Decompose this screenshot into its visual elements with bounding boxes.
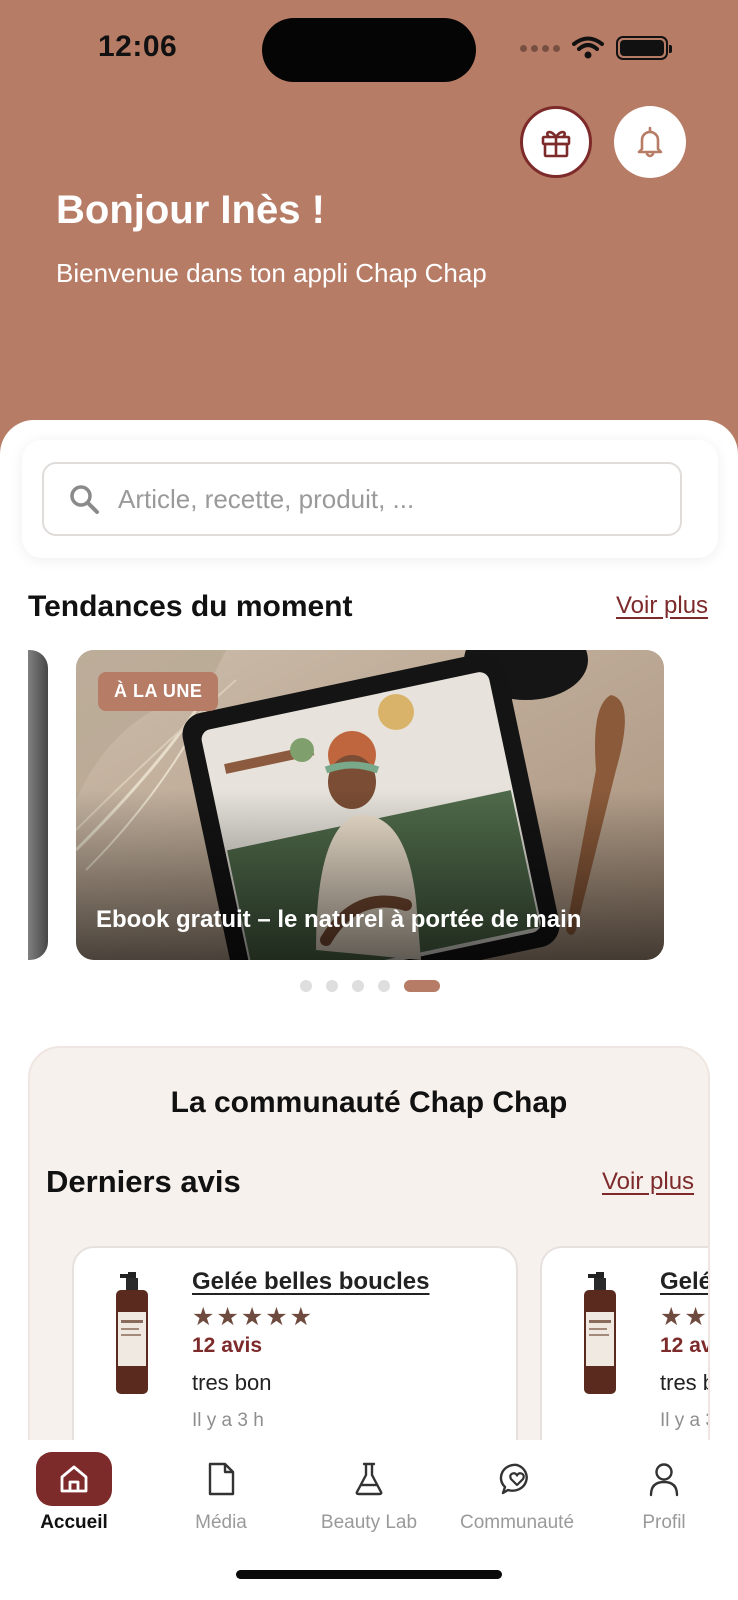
review-product-name[interactable]: Gelée belles boucles (660, 1268, 708, 1296)
search-icon (70, 485, 99, 514)
status-icons (520, 36, 672, 60)
review-text: tres bon (660, 1370, 708, 1395)
greeting-title: Bonjour Inès ! (56, 188, 325, 232)
tab-label: Profil (642, 1512, 686, 1533)
carousel-pagination (300, 980, 440, 992)
pagination-dot[interactable] (300, 980, 312, 992)
wifi-icon (572, 36, 604, 59)
tab-label: Beauty Lab (320, 1512, 418, 1533)
pagination-dot[interactable] (378, 980, 390, 992)
battery-icon (616, 36, 672, 60)
tab-label: Média (195, 1512, 247, 1533)
tab-label: Communauté (459, 1512, 575, 1533)
home-indicator[interactable] (236, 1570, 502, 1579)
pagination-dot-active[interactable] (404, 980, 440, 992)
review-text: tres bon (192, 1370, 272, 1395)
status-time: 12:06 (98, 30, 178, 63)
document-icon (208, 1462, 235, 1496)
rating-stars: ★★★★★ (192, 1303, 315, 1331)
review-count: 12 avis (192, 1334, 263, 1357)
review-time: Il y a 3 h (660, 1410, 708, 1431)
featured-title: Ebook gratuit – le naturel à portée de m… (96, 906, 582, 933)
search-input[interactable] (118, 483, 638, 515)
notifications-button[interactable] (614, 106, 686, 178)
tab-profil[interactable]: Profil (604, 1452, 724, 1534)
tab-media[interactable]: Média (161, 1452, 281, 1534)
tab-active-indicator (36, 1452, 112, 1506)
featured-badge: À LA UNE (98, 672, 219, 711)
trends-see-more-link[interactable]: Voir plus (616, 592, 708, 620)
rating-stars: ★★★★★ (660, 1303, 709, 1331)
tab-communaute[interactable]: Communauté (457, 1452, 577, 1534)
greeting-subtitle: Bienvenue dans ton appli Chap Chap (56, 258, 487, 288)
product-bottle-image (584, 1272, 616, 1394)
signal-icon (520, 44, 560, 52)
tab-beauty-lab[interactable]: Beauty Lab (309, 1452, 429, 1534)
previous-card-peek[interactable] (0, 650, 48, 960)
pagination-dot[interactable] (326, 980, 338, 992)
home-icon (60, 1465, 88, 1493)
flask-icon (355, 1462, 383, 1496)
header: 12:06 Bonjour Inès ! Bienvenue dans ton … (0, 0, 738, 460)
reviews-see-more-link[interactable]: Voir plus (602, 1168, 694, 1196)
gift-button[interactable] (520, 106, 592, 178)
featured-card[interactable]: À LA UNE Ebook gratuit – le naturel à po… (76, 650, 664, 960)
community-title: La communauté Chap Chap (170, 1086, 568, 1119)
reviews-title: Derniers avis (46, 1164, 241, 1199)
bell-icon (637, 126, 663, 158)
community-section: La communauté Chap Chap Derniers avis Vo… (28, 1046, 710, 1476)
dynamic-island (262, 18, 476, 82)
product-bottle-image (116, 1272, 148, 1394)
review-time: Il y a 3 h (192, 1410, 264, 1431)
trends-title: Tendances du moment (28, 590, 353, 623)
tab-label: Accueil (40, 1512, 108, 1533)
pagination-dot[interactable] (352, 980, 364, 992)
review-product-name[interactable]: Gelée belles boucles (192, 1268, 429, 1296)
review-count: 12 avis (660, 1334, 708, 1357)
tab-accueil[interactable]: Accueil (14, 1452, 134, 1534)
search-box[interactable] (42, 462, 682, 536)
user-icon (649, 1463, 679, 1497)
chat-heart-icon (499, 1463, 528, 1495)
gift-icon (541, 130, 571, 158)
